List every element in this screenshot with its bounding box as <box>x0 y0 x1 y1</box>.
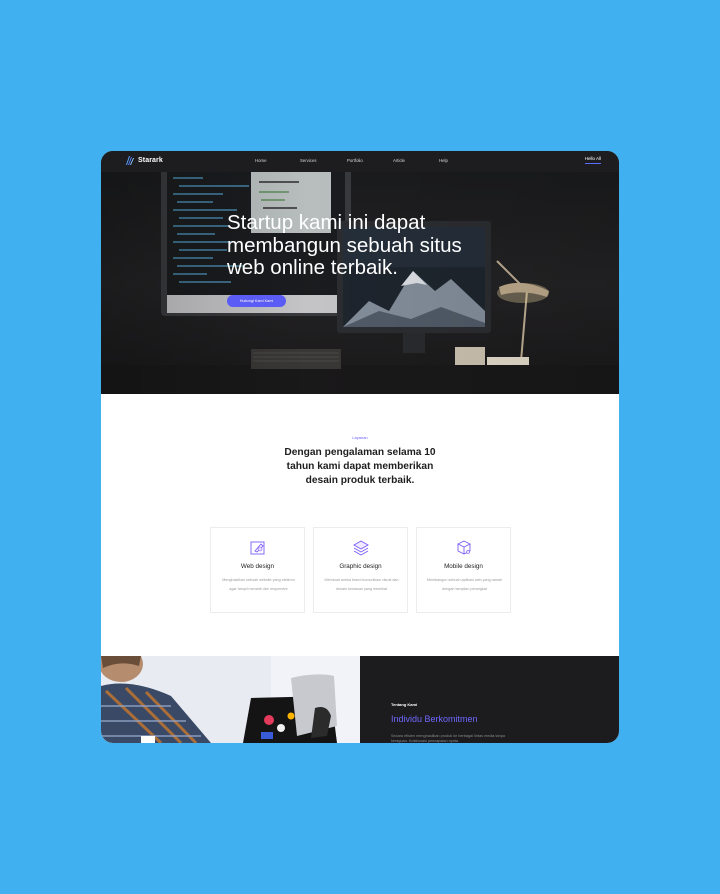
card-description: Membangun sebuah aplikasi web yang ramah… <box>426 578 503 591</box>
services-title: Dengan pengalaman selama 10 tahun kami d… <box>101 446 619 489</box>
about-description: Secara efisien menghasilkan produk ke be… <box>391 734 505 743</box>
nav-link-help[interactable]: Help <box>439 158 448 163</box>
layers-icon <box>353 540 369 556</box>
service-card-mobile-design[interactable]: Mobile design Membangun sebuah aplikasi … <box>416 527 511 613</box>
nav-link-portfolio[interactable]: Portfolio <box>347 158 363 163</box>
pen-tool-icon <box>250 541 265 555</box>
nav-link-home[interactable]: Home <box>255 158 266 163</box>
services-section: Layanan Dengan pengalaman selama 10 tahu… <box>101 394 619 656</box>
card-description: Membuat aneka brand komunikasi visual da… <box>324 578 399 591</box>
box-icon <box>457 540 471 555</box>
about-title: Individu Berkomitmen <box>391 714 478 724</box>
about-content: Tentang Kami Individu Berkomitmen Secara… <box>360 656 619 743</box>
services-title-text: Dengan pengalaman selama 10 tahun kami d… <box>284 447 436 487</box>
service-card-graphic-design[interactable]: Graphic design Membuat aneka brand komun… <box>313 527 408 613</box>
logo-icon <box>126 156 134 165</box>
about-section: Tentang Kami Individu Berkomitmen Secara… <box>101 656 619 743</box>
brand-logo[interactable]: Starark <box>126 156 163 165</box>
services-eyebrow: Layanan <box>352 435 368 440</box>
landing-page-frame: Starark Home Services Portfolio Article … <box>101 151 619 743</box>
card-title: Web design <box>240 563 275 570</box>
hero-section: Starark Home Services Portfolio Article … <box>101 151 619 394</box>
about-photo <box>101 656 360 743</box>
card-description: Menghasilkan sebuah website yang elektro… <box>222 578 295 591</box>
top-navbar: Starark Home Services Portfolio Article … <box>101 151 619 172</box>
card-title: Mobile design <box>444 563 483 570</box>
about-eyebrow: Tentang Kami <box>391 702 418 707</box>
nav-link-services[interactable]: Services <box>300 158 316 163</box>
contact-button[interactable]: Hubungi Kami Kami <box>227 295 286 307</box>
card-title: Graphic design <box>339 563 382 570</box>
service-card-web-design[interactable]: Web design Menghasilkan sebuah website y… <box>210 527 305 613</box>
nav-hello-link[interactable]: Hello All <box>584 156 601 164</box>
nav-link-article[interactable]: Article <box>393 158 405 163</box>
person-with-laptop-image <box>101 656 360 743</box>
hero-title: Startup kami ini dapat membangun sebuah … <box>227 211 462 279</box>
brand-name: Starark <box>138 157 163 164</box>
